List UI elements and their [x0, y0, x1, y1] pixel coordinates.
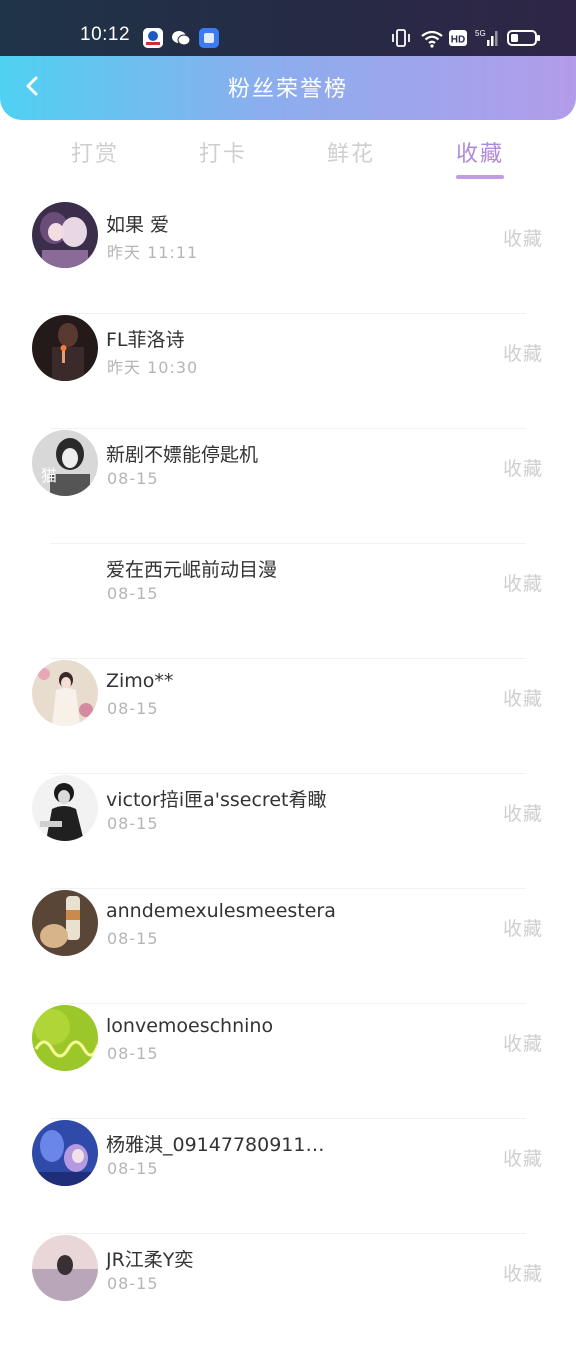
- favorite-label[interactable]: 收藏: [503, 224, 543, 251]
- avatar: [32, 1005, 98, 1071]
- fan-name: 爱在西元岷前动目漫: [106, 559, 278, 581]
- signal-5g-icon: 5G: [474, 26, 500, 50]
- list-item[interactable]: 爱在西元岷前动目漫 08-15 收藏: [0, 543, 576, 658]
- tab-bar: 打赏 打卡 鲜花 收藏: [0, 128, 576, 184]
- row-divider: [50, 428, 526, 429]
- fan-time: 08-15: [107, 1274, 159, 1293]
- fan-name: 新剧不嫖能停匙机: [106, 444, 259, 466]
- avatar: [32, 775, 98, 841]
- row-divider: [50, 1118, 526, 1119]
- page-title: 粉丝荣誉榜: [227, 77, 348, 102]
- battery-icon: [507, 26, 541, 50]
- fan-name: FL菲洛诗: [106, 329, 185, 351]
- avatar: [32, 1235, 98, 1301]
- svg-text:猫: 猫: [41, 466, 57, 485]
- row-divider: [50, 1003, 526, 1004]
- fan-name: 如果 爱: [106, 214, 170, 236]
- list-item[interactable]: 如果 爱 昨天 11:11 收藏: [0, 198, 576, 313]
- tab-reward[interactable]: 打赏: [50, 136, 140, 168]
- avatar: [32, 202, 98, 268]
- list-item[interactable]: 猫 新剧不嫖能停匙机 08-15 收藏: [0, 428, 576, 543]
- page-header: 粉丝荣誉榜: [0, 56, 576, 120]
- avatar: [32, 315, 98, 381]
- avatar: [32, 660, 98, 726]
- row-divider: [50, 658, 526, 659]
- fan-name: Zimo**: [106, 670, 174, 692]
- row-divider: [50, 1233, 526, 1234]
- row-divider: [50, 888, 526, 889]
- list-item[interactable]: 杨雅淇_09147780911… 08-15 收藏: [0, 1118, 576, 1233]
- fan-time: 昨天 10:30: [107, 358, 199, 377]
- list-item[interactable]: anndemexulesmeestera 08-15 收藏: [0, 888, 576, 1003]
- avatar: [32, 890, 98, 956]
- favorite-label[interactable]: 收藏: [503, 454, 543, 481]
- fan-time: 08-15: [107, 699, 159, 718]
- fan-name: anndemexulesmeestera: [106, 900, 336, 922]
- list-item[interactable]: lonvemoeschnino 08-15 收藏: [0, 1003, 576, 1118]
- avatar: [32, 1120, 98, 1186]
- favorite-label[interactable]: 收藏: [503, 339, 543, 366]
- favorite-label[interactable]: 收藏: [503, 684, 543, 711]
- fan-time: 昨天 11:11: [107, 243, 199, 262]
- svg-text:HD: HD: [451, 35, 465, 46]
- active-tab-indicator: [456, 175, 504, 179]
- fan-name: victor掊i匣a'ssecret肴瞰: [106, 789, 327, 811]
- tab-favorites[interactable]: 收藏: [435, 136, 525, 168]
- status-time: 10:12: [80, 24, 131, 45]
- list-item[interactable]: FL菲洛诗 昨天 10:30 收藏: [0, 313, 576, 428]
- bank-app-icon: [143, 28, 163, 48]
- wechat-icon: [171, 28, 191, 48]
- wifi-icon: [420, 26, 444, 50]
- row-divider: [50, 773, 526, 774]
- fan-time: 08-15: [107, 584, 159, 603]
- fan-time: 08-15: [107, 1044, 159, 1063]
- row-divider: [50, 313, 526, 314]
- favorite-label[interactable]: 收藏: [503, 569, 543, 596]
- fan-name: 杨雅淇_09147780911…: [106, 1134, 325, 1156]
- favorite-label[interactable]: 收藏: [503, 914, 543, 941]
- list-item[interactable]: JR江柔Y奕 08-15 收藏: [0, 1233, 576, 1348]
- status-bar: 10:12 HD 5G: [0, 0, 576, 58]
- tab-flowers[interactable]: 鲜花: [306, 136, 396, 168]
- favorite-label[interactable]: 收藏: [503, 1144, 543, 1171]
- blue-app-icon: [199, 28, 219, 48]
- avatar: 猫: [32, 430, 98, 496]
- avatar: [32, 545, 98, 611]
- fan-list: 如果 爱 昨天 11:11 收藏 FL菲洛诗 昨天 10:30 收藏 猫 新剧不…: [0, 198, 576, 1348]
- svg-text:5G: 5G: [475, 29, 486, 38]
- list-item[interactable]: Zimo** 08-15 收藏: [0, 658, 576, 773]
- fan-time: 08-15: [107, 929, 159, 948]
- tab-checkin[interactable]: 打卡: [178, 136, 268, 168]
- fan-time: 08-15: [107, 1159, 159, 1178]
- fan-time: 08-15: [107, 469, 159, 488]
- row-divider: [50, 543, 526, 544]
- list-item[interactable]: victor掊i匣a'ssecret肴瞰 08-15 收藏: [0, 773, 576, 888]
- favorite-label[interactable]: 收藏: [503, 799, 543, 826]
- fan-name: lonvemoeschnino: [106, 1015, 274, 1037]
- favorite-label[interactable]: 收藏: [503, 1259, 543, 1286]
- fan-time: 08-15: [107, 814, 159, 833]
- hd-icon: HD: [448, 26, 468, 50]
- fan-name: JR江柔Y奕: [106, 1249, 194, 1271]
- vibrate-icon: [391, 26, 411, 50]
- favorite-label[interactable]: 收藏: [503, 1029, 543, 1056]
